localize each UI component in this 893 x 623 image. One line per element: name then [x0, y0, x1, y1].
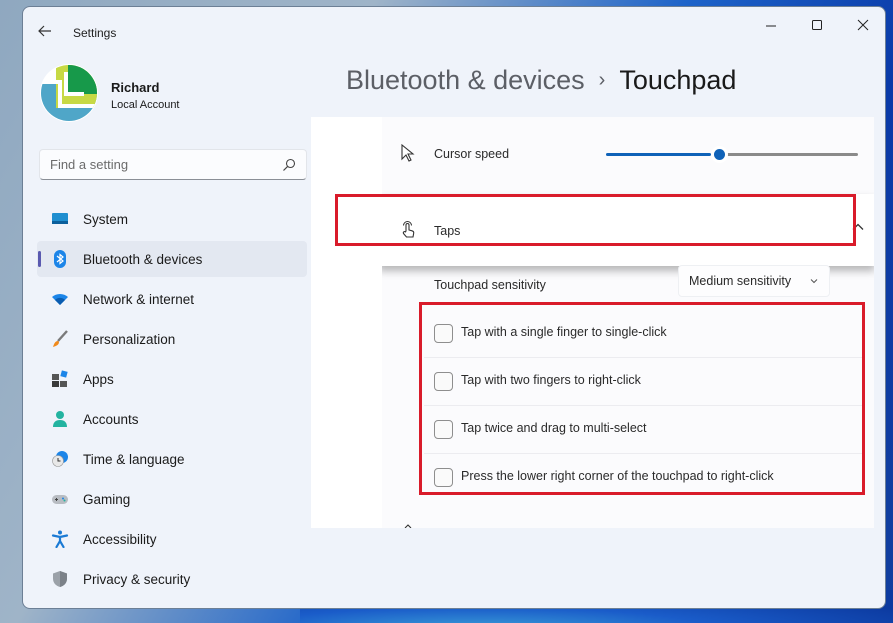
wifi-icon [52, 293, 68, 305]
scroll-zoom-card-header[interactable]: Scroll & zoom [382, 511, 874, 528]
two-finger-right-click-checkbox[interactable] [434, 372, 453, 391]
tap-option-row: Tap twice and drag to multi-select [424, 406, 862, 454]
sidebar-item-label: Accounts [83, 411, 139, 427]
clock-globe-icon [52, 451, 68, 467]
sidebar-item-label: System [83, 211, 129, 227]
sidebar-item-bluetooth-devices[interactable]: Bluetooth & devices [37, 241, 307, 277]
slider-track [727, 153, 858, 156]
accessibility-icon [51, 530, 69, 548]
option-label: Press the lower right corner of the touc… [461, 469, 774, 483]
cursor-speed-card: Cursor speed [382, 117, 874, 189]
search-box[interactable] [39, 149, 307, 180]
slider-fill [606, 153, 711, 156]
settings-window: Settings Richard Local Account Find a se… [22, 6, 886, 609]
touchpad-sensitivity-label: Touchpad sensitivity [434, 278, 546, 292]
account-type: Local Account [111, 99, 180, 111]
sidebar-item-label: Privacy & security [83, 571, 191, 587]
sidebar-item-label: Personalization [83, 331, 176, 347]
taps-card-header[interactable]: Taps [382, 194, 874, 266]
avatar[interactable] [40, 64, 98, 122]
single-finger-click-checkbox[interactable] [434, 324, 453, 343]
option-label: Tap twice and drag to multi-select [461, 421, 647, 435]
dropdown-selected-value: Medium sensitivity [689, 274, 792, 288]
cursor-speed-label: Cursor speed [434, 147, 510, 161]
tap-hand-icon [402, 221, 415, 238]
person-icon [53, 411, 67, 427]
maximize-icon [812, 20, 822, 30]
tap-option-row: Tap with two fingers to right-click [424, 358, 862, 406]
sidebar-item-personalization[interactable]: Personalization [37, 321, 307, 357]
sidebar-item-privacy-security[interactable]: Privacy & security [37, 561, 307, 597]
system-icon [52, 213, 68, 224]
sidebar-item-network-internet[interactable]: Network & internet [37, 281, 307, 317]
sidebar-item-time-language[interactable]: Time & language [37, 441, 307, 477]
sidebar-item-label: Time & language [83, 451, 185, 467]
breadcrumb: Bluetooth & devices › Touchpad [346, 65, 736, 96]
touchpad-settings-content: Cursor speed Taps Touchpad sensitivity M… [382, 117, 874, 528]
sidebar-item-gaming[interactable]: Gaming [37, 481, 307, 517]
gamepad-icon [52, 495, 68, 504]
app-title: Settings [73, 26, 117, 40]
minimize-icon [766, 25, 776, 27]
sidebar-item-label: Bluetooth & devices [83, 251, 203, 267]
chevron-up-icon[interactable] [851, 220, 865, 234]
touchpad-sensitivity-dropdown[interactable]: Medium sensitivity [678, 265, 830, 297]
tap-twice-drag-checkbox[interactable] [434, 420, 453, 439]
scroll-zoom-label: Scroll & zoom [434, 527, 511, 528]
back-button[interactable] [37, 23, 55, 41]
close-button[interactable] [848, 15, 878, 37]
breadcrumb-separator-icon: › [598, 69, 606, 91]
tap-option-row: Tap with a single finger to single-click [424, 310, 862, 358]
search-icon[interactable] [282, 158, 296, 172]
search-input[interactable] [40, 150, 270, 179]
lower-right-corner-checkbox[interactable] [434, 468, 453, 487]
scroll-icon [404, 524, 412, 528]
user-name: Richard [111, 80, 160, 95]
sidebar-item-apps[interactable]: Apps [37, 361, 307, 397]
option-label: Tap with two fingers to right-click [461, 373, 641, 387]
option-label: Tap with a single finger to single-click [461, 325, 667, 339]
maximize-button[interactable] [802, 15, 832, 37]
arrow-left-icon [38, 25, 51, 37]
bluetooth-icon [54, 250, 66, 268]
cursor-speed-slider[interactable] [606, 146, 858, 162]
sidebar-item-system[interactable]: System [37, 201, 307, 237]
breadcrumb-parent[interactable]: Bluetooth & devices [346, 65, 585, 95]
apps-icon [52, 370, 68, 387]
close-icon [857, 19, 869, 31]
sidebar-item-label: Network & internet [83, 291, 195, 307]
sidebar-item-label: Gaming [83, 491, 131, 507]
sidebar-item-label: Apps [83, 371, 114, 387]
taps-label: Taps [434, 224, 461, 238]
cursor-arrow-icon [401, 144, 415, 162]
tap-option-row: Press the lower right corner of the touc… [424, 454, 862, 502]
sidebar-nav: System Bluetooth & devices Network & int… [37, 201, 307, 601]
slider-thumb[interactable] [714, 149, 725, 160]
sidebar-item-accounts[interactable]: Accounts [37, 401, 307, 437]
content-overlay-patch [311, 117, 383, 528]
sidebar-item-label: Accessibility [83, 531, 157, 547]
sidebar-item-accessibility[interactable]: Accessibility [37, 521, 307, 557]
brush-icon [53, 330, 68, 347]
user-avatar-icon [41, 65, 97, 121]
chevron-down-icon [810, 279, 818, 284]
page-title: Touchpad [619, 65, 737, 95]
minimize-button[interactable] [756, 15, 786, 37]
shield-icon [53, 571, 67, 587]
title-bar: Settings [23, 7, 885, 51]
